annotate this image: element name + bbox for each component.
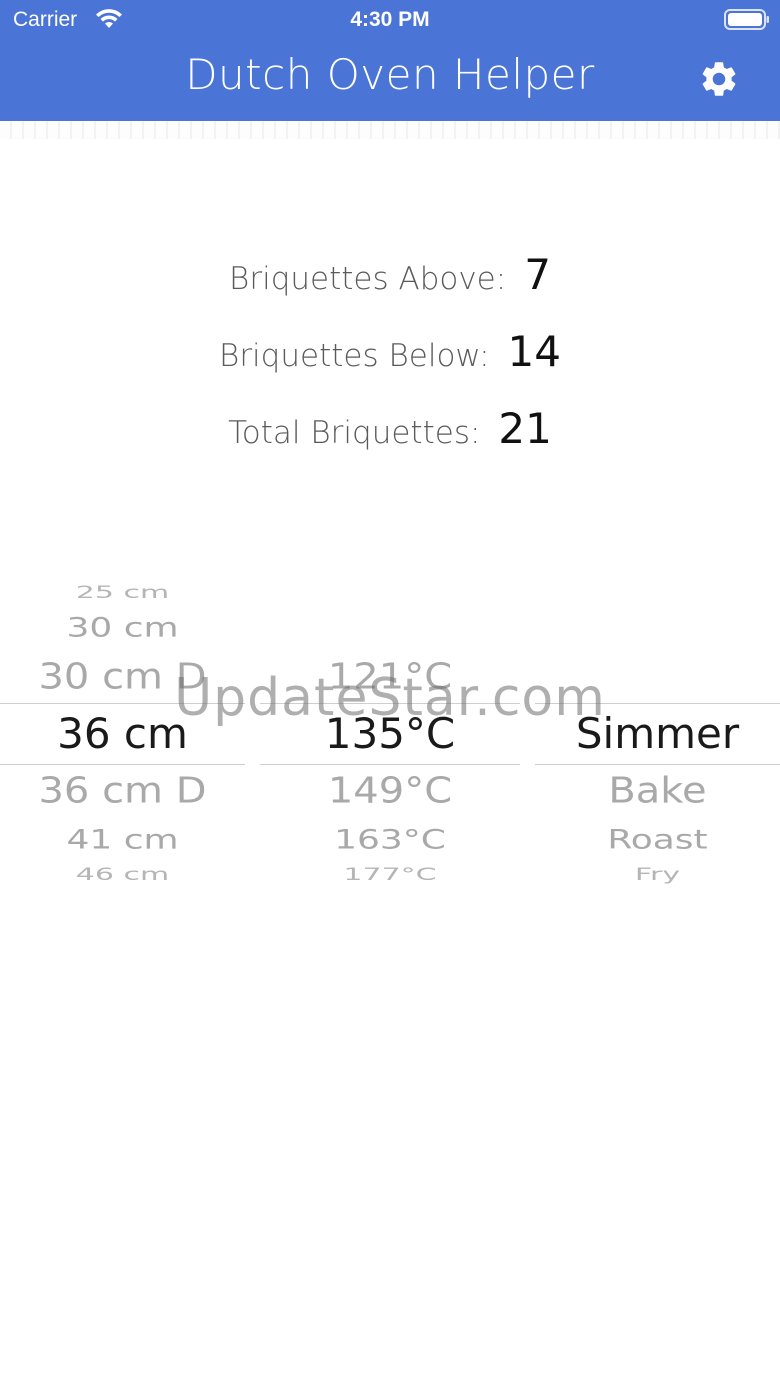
temperature-option[interactable]: 149°C xyxy=(260,773,520,809)
total-briquettes-label: Total Briquettes: xyxy=(228,415,481,451)
briquettes-above-row: Briquettes Above: 7 xyxy=(0,250,780,299)
method-option[interactable]: Roast xyxy=(535,826,780,854)
briquettes-above-value: 7 xyxy=(524,250,551,299)
size-option[interactable]: 36 cm xyxy=(0,713,245,755)
briquettes-below-row: Briquettes Below: 14 xyxy=(0,327,780,376)
selection-bottom-line xyxy=(260,764,520,765)
method-option[interactable]: Fry xyxy=(535,866,780,884)
page-title: Dutch Oven Helper xyxy=(185,50,595,99)
settings-button[interactable] xyxy=(698,58,740,100)
method-option[interactable]: Bake xyxy=(535,773,780,809)
selection-bottom-line xyxy=(0,764,245,765)
size-option[interactable]: 36 cm D xyxy=(0,773,245,809)
selection-top-line xyxy=(260,703,520,704)
selection-top-line xyxy=(0,703,245,704)
size-option[interactable]: 46 cm xyxy=(0,866,245,884)
method-option[interactable]: Simmer xyxy=(535,713,780,755)
cooking-method-picker-column[interactable]: Simmer Bake Roast Fry xyxy=(535,560,780,905)
gear-icon xyxy=(702,62,736,96)
briquettes-below-value: 14 xyxy=(507,327,561,376)
oven-size-picker-column[interactable]: 25 cm 30 cm 30 cm D 36 cm 36 cm D 41 cm 46 cm xyxy=(0,560,245,905)
briquettes-below-label: Briquettes Below: xyxy=(219,338,490,374)
total-briquettes-row: Total Briquettes: 21 xyxy=(0,404,780,453)
oven-picker[interactable]: 25 cm 30 cm 30 cm D 36 cm 36 cm D 41 cm 46 cm … xyxy=(0,560,780,905)
total-briquettes-value: 21 xyxy=(498,404,552,453)
status-time: 4:30 PM xyxy=(350,8,430,31)
size-option[interactable]: 25 cm xyxy=(0,584,245,602)
battery-icon xyxy=(724,9,769,30)
size-option[interactable]: 41 cm xyxy=(0,826,245,854)
navigation-bar: Carrier 4:30 PM Dutch Oven Helper xyxy=(0,0,780,121)
selection-bottom-line xyxy=(535,764,780,765)
temperature-picker-column[interactable]: 121°C 135°C 149°C 163°C 177°C xyxy=(260,560,520,905)
size-option[interactable]: 30 cm xyxy=(0,614,245,642)
temperature-option[interactable]: 163°C xyxy=(260,826,520,854)
selection-top-line xyxy=(535,703,780,704)
size-option[interactable]: 30 cm D xyxy=(0,659,245,695)
temperature-option[interactable]: 177°C xyxy=(260,866,520,884)
header-shadow xyxy=(0,121,780,139)
temperature-option[interactable]: 121°C xyxy=(260,659,520,695)
temperature-option[interactable]: 135°C xyxy=(260,713,520,755)
briquettes-above-label: Briquettes Above: xyxy=(229,261,507,297)
